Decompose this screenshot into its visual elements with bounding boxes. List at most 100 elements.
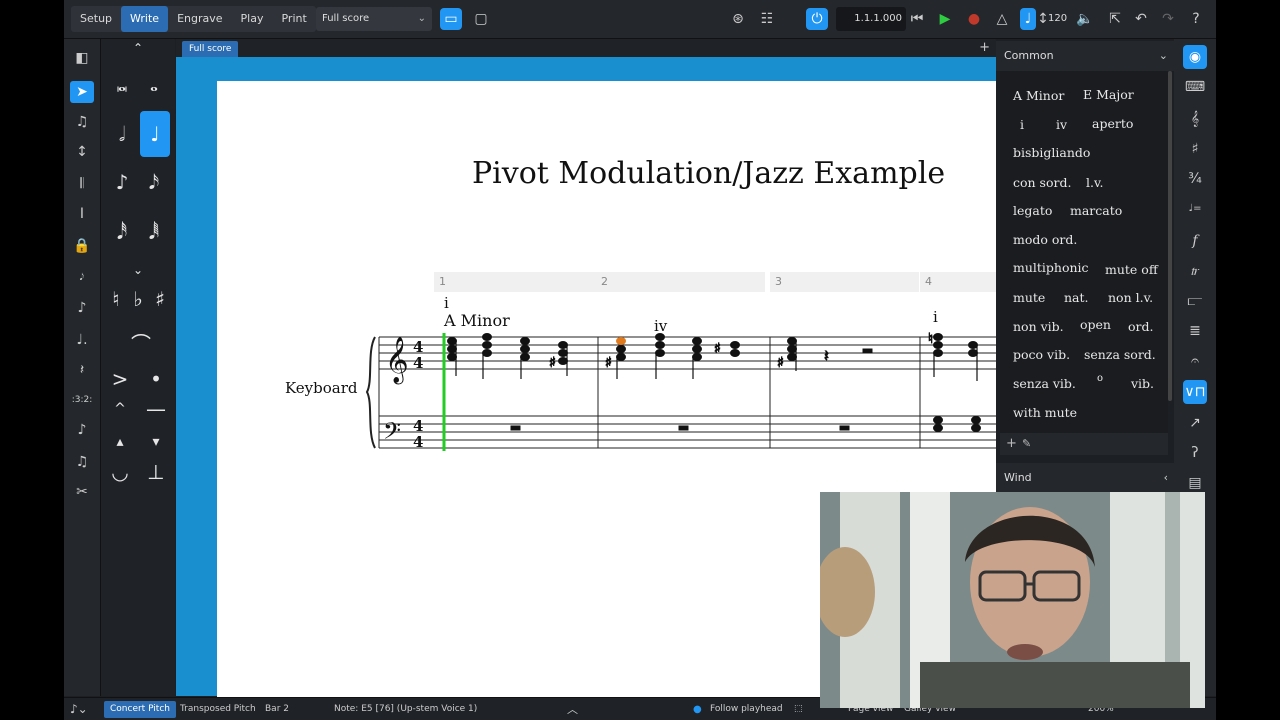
term-a-minor[interactable]: A Minor: [1013, 88, 1064, 103]
accent-icon[interactable]: >: [105, 364, 135, 394]
undo-icon[interactable]: ↶: [1130, 8, 1152, 30]
staccato-icon[interactable]: •: [141, 364, 171, 394]
wedge-icon[interactable]: ▾: [141, 427, 171, 457]
section-header[interactable]: Common ⌄: [996, 41, 1182, 71]
term-i[interactable]: i: [1020, 117, 1024, 132]
sixteenth-note-icon[interactable]: 𝅘𝅥𝅯: [139, 167, 169, 197]
speaker-icon[interactable]: 🔈: [1074, 8, 1096, 30]
mode-write[interactable]: Write: [121, 6, 169, 32]
slash-tool-icon[interactable]: 𝄃: [70, 173, 94, 195]
term-open[interactable]: open: [1080, 317, 1111, 332]
rewind-icon[interactable]: ⏮: [906, 8, 928, 30]
term-non-vib[interactable]: non vib.: [1013, 319, 1064, 334]
rest-icon[interactable]: 𝄽: [70, 359, 94, 381]
term-legato[interactable]: legato: [1013, 203, 1052, 218]
term-ord[interactable]: ord.: [1128, 319, 1153, 334]
term-lv[interactable]: l.v.: [1086, 175, 1104, 190]
chevron-up-icon[interactable]: ︿: [567, 698, 578, 720]
term-mute[interactable]: mute: [1013, 290, 1045, 305]
video-icon[interactable]: ⊛: [727, 8, 749, 30]
staccatissimo-icon[interactable]: ▴: [105, 427, 135, 457]
whole-note-icon[interactable]: 𝅝: [139, 69, 169, 99]
panel-scrollbar[interactable]: [1168, 71, 1172, 401]
tenuto-icon[interactable]: —: [141, 394, 171, 424]
term-con-sord[interactable]: con sord.: [1013, 175, 1071, 190]
ear-icon[interactable]: ʔ: [1183, 441, 1207, 465]
mode-engrave[interactable]: Engrave: [168, 6, 231, 32]
time-signature-icon[interactable]: ¾: [1183, 167, 1207, 191]
metronome-icon[interactable]: △: [991, 8, 1013, 30]
record-icon[interactable]: ●: [963, 8, 985, 30]
mode-setup[interactable]: Setup: [71, 6, 121, 32]
add-note-icon[interactable]: ♪: [70, 297, 94, 319]
add-icon[interactable]: +: [1006, 433, 1017, 455]
slur-icon[interactable]: ⌒: [121, 329, 161, 359]
tuplet-icon[interactable]: :3:2:: [70, 389, 94, 411]
insert-note-icon[interactable]: ♫: [70, 111, 94, 133]
window-icon[interactable]: ▢: [470, 8, 492, 30]
thirty-second-note-icon[interactable]: 𝅘𝅥𝅰: [107, 217, 137, 247]
half-note-icon[interactable]: 𝅗𝅥: [107, 119, 137, 149]
follow-playhead[interactable]: Follow playhead: [710, 698, 783, 720]
sixty-fourth-note-icon[interactable]: 𝅘𝅥𝅱: [139, 217, 169, 247]
tie-icon[interactable]: ◡: [105, 457, 135, 487]
term-mute-off[interactable]: mute off: [1105, 262, 1158, 277]
dotted-note-icon[interactable]: ♩.: [70, 329, 94, 351]
tempo-icon[interactable]: ♩=: [1183, 197, 1207, 221]
help-icon[interactable]: ?: [1185, 8, 1207, 30]
chord-mode-icon[interactable]: ↕: [70, 141, 94, 163]
term-vib[interactable]: vib.: [1131, 376, 1154, 391]
chevron-up-icon[interactable]: ⌃: [123, 39, 153, 57]
term-e-major[interactable]: E Major: [1083, 87, 1134, 102]
arrow-icon[interactable]: ↗: [1183, 411, 1207, 435]
beam-icon[interactable]: ♫: [70, 451, 94, 473]
palette-icon[interactable]: ◉: [1183, 45, 1207, 69]
power-icon[interactable]: ⏻: [806, 8, 828, 30]
ornaments-icon[interactable]: 𝆖: [1183, 259, 1207, 283]
term-senza-vib[interactable]: senza vib.: [1013, 376, 1076, 391]
clef-icon[interactable]: 𝄞: [1183, 107, 1207, 131]
add-tab-icon[interactable]: +: [979, 39, 990, 57]
term-nat[interactable]: nat.: [1064, 290, 1089, 305]
term-non-lv[interactable]: non l.v.: [1108, 290, 1153, 305]
play-icon[interactable]: ▶: [934, 8, 956, 30]
export-icon[interactable]: ⇱: [1104, 8, 1126, 30]
playing-techniques-icon[interactable]: ∨⊓: [1183, 380, 1207, 404]
insert-mode-icon[interactable]: I: [70, 203, 94, 225]
term-iv[interactable]: iv: [1056, 117, 1067, 132]
concert-pitch-button[interactable]: Concert Pitch: [104, 701, 176, 718]
mode-print[interactable]: Print: [272, 6, 315, 32]
slash-note-icon[interactable]: ♪: [70, 419, 94, 441]
chevron-down-icon[interactable]: ⌄: [123, 261, 153, 279]
term-with-mute[interactable]: with mute: [1013, 405, 1077, 420]
roman-numeral[interactable]: i: [933, 308, 938, 326]
toggle-icon[interactable]: ●: [693, 698, 702, 720]
keyboard-icon[interactable]: ⌨: [1183, 75, 1207, 99]
roman-numeral[interactable]: i: [444, 294, 449, 312]
quarter-note-icon[interactable]: ♩: [140, 111, 170, 157]
breve-icon[interactable]: 𝅜: [107, 69, 137, 99]
tremolo-icon[interactable]: ≣: [1183, 319, 1207, 343]
roman-numeral[interactable]: iv: [654, 317, 667, 335]
mode-play[interactable]: Play: [232, 6, 273, 32]
layout-selector[interactable]: Full score ⌄: [316, 7, 432, 31]
repeat-icon[interactable]: ⫍: [1183, 289, 1207, 313]
edit-icon[interactable]: ✎: [1022, 433, 1031, 455]
term-harmonic[interactable]: o: [1097, 373, 1103, 384]
eighth-note-icon[interactable]: ♪: [107, 167, 137, 197]
fermata-icon[interactable]: 𝄐: [1183, 349, 1207, 373]
selection-icon[interactable]: ⬚: [794, 698, 803, 720]
term-aperto[interactable]: aperto: [1092, 116, 1133, 131]
marcato-icon[interactable]: ^: [105, 394, 135, 424]
redo-icon[interactable]: ↷: [1157, 8, 1179, 30]
sharp-icon[interactable]: ♯: [145, 284, 175, 314]
tenuto-staccato-icon[interactable]: ⊥: [141, 457, 171, 487]
transposed-pitch-button[interactable]: Transposed Pitch: [180, 698, 256, 720]
note-input-icon[interactable]: ♪⌄: [70, 698, 88, 720]
note-input-icon[interactable]: ♩: [1020, 8, 1036, 30]
chord-symbol[interactable]: A Minor: [444, 311, 510, 330]
term-modo-ord[interactable]: modo ord.: [1013, 232, 1077, 247]
term-bisbigliando[interactable]: bisbigliando: [1013, 145, 1090, 160]
dynamics-icon[interactable]: f: [1183, 229, 1207, 253]
term-poco-vib[interactable]: poco vib.: [1013, 347, 1070, 362]
